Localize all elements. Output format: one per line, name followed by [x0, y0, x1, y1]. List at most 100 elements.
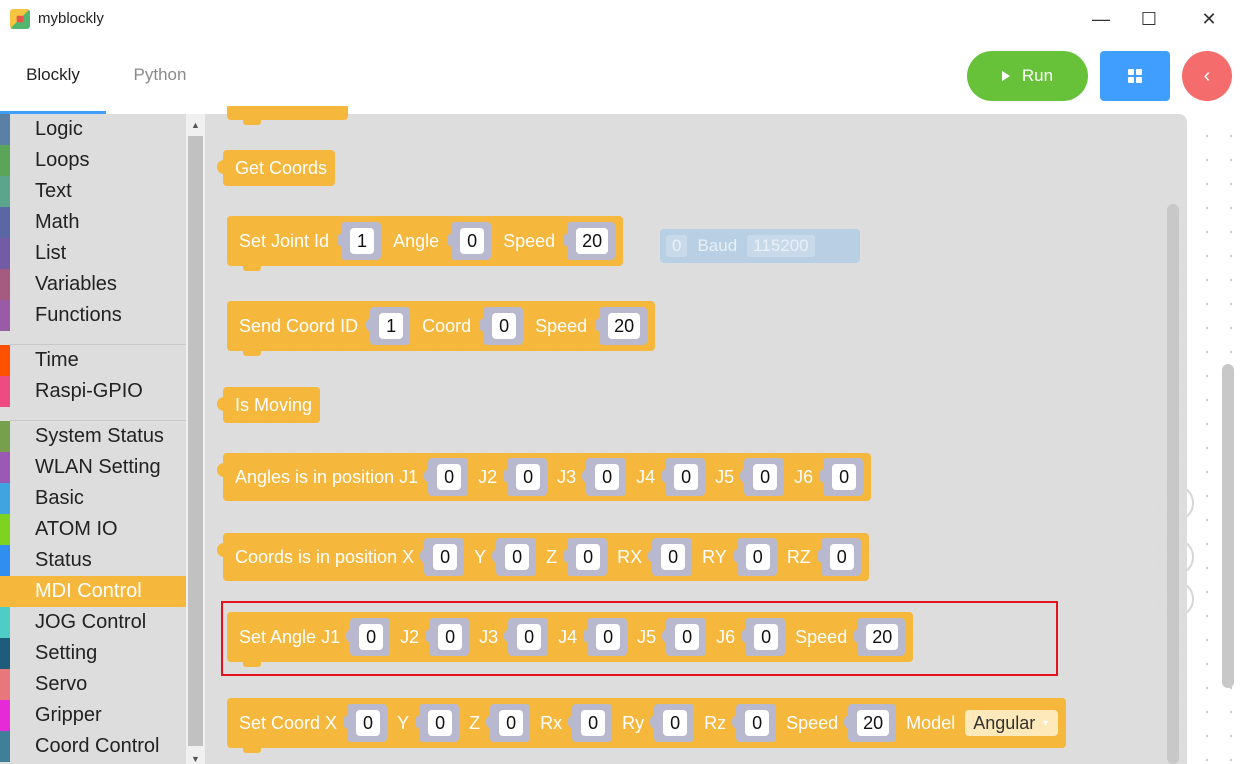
workspace-scrollbar[interactable]	[1222, 364, 1234, 688]
toolbox-item-math[interactable]: Math	[0, 207, 186, 238]
rz-label: Rz	[704, 712, 727, 733]
category-color-swatch	[0, 483, 10, 514]
toolbox-item-raspi-gpio[interactable]: Raspi-GPIO	[0, 376, 186, 407]
toolbox-item-system-status[interactable]: System Status	[0, 421, 186, 452]
toolbox-item-variables[interactable]: Variables	[0, 269, 186, 300]
toolbox-item-functions[interactable]: Functions	[0, 300, 186, 331]
j1-input[interactable]: 0	[437, 464, 462, 490]
j3-input[interactable]: 0	[595, 464, 620, 490]
toolbox-item-status[interactable]: Status	[0, 545, 186, 576]
z-input[interactable]: 0	[576, 544, 601, 570]
maximize-button[interactable]: ☐	[1126, 0, 1172, 38]
j2-input[interactable]: 0	[516, 464, 541, 490]
toolbox-item-mdi-control[interactable]: MDI Control	[0, 576, 186, 607]
toolbox-item-jog-control[interactable]: JOG Control	[0, 607, 186, 638]
speed-input[interactable]: 20	[857, 710, 890, 736]
j4-input[interactable]: 0	[674, 464, 699, 490]
category-color-swatch	[0, 238, 10, 269]
speed-input[interactable]: 20	[576, 228, 609, 254]
y-input[interactable]: 0	[428, 710, 453, 736]
rx-label: Rx	[540, 712, 563, 733]
toolbox-item-label: Loops	[35, 149, 90, 171]
toolbox-item-loops[interactable]: Loops	[0, 145, 186, 176]
j5-input[interactable]: 0	[753, 464, 778, 490]
toolbox-item-label: Variables	[35, 273, 117, 295]
block-label: Send Coord ID	[239, 315, 359, 336]
toolbox-item-text[interactable]: Text	[0, 176, 186, 207]
minimize-button[interactable]: —	[1078, 0, 1124, 38]
toolbox-item-time[interactable]: Time	[0, 345, 186, 376]
x-input[interactable]: 0	[356, 710, 381, 736]
rx-input[interactable]: 0	[581, 710, 606, 736]
run-button[interactable]: Run	[967, 51, 1088, 101]
tab-blockly[interactable]: Blockly	[0, 38, 106, 114]
toolbox-item-coord-control[interactable]: Coord Control	[0, 731, 186, 762]
model-value: Angular	[973, 712, 1036, 733]
toolbox-item-basic[interactable]: Basic	[0, 483, 186, 514]
play-icon	[1001, 71, 1010, 81]
ry-input[interactable]: 0	[745, 544, 770, 570]
toolbox-item-label: Time	[35, 349, 79, 371]
toolbox-item-list[interactable]: List	[0, 238, 186, 269]
category-color-swatch	[0, 731, 10, 762]
angle-input[interactable]: 0	[460, 228, 485, 254]
partial-block-top[interactable]	[227, 106, 348, 125]
category-color-swatch	[0, 345, 10, 376]
block-set-coord[interactable]: Set Coord X 0 Y 0 Z 0 Rx 0 Ry 0 Rz 0 Spe…	[227, 698, 1067, 753]
j2-label: J2	[478, 466, 498, 487]
block-angles-in-position[interactable]: Angles is in position J1 0 J2 0 J3 0 J4 …	[216, 453, 872, 501]
toolbox-scroll-thumb[interactable]	[188, 136, 203, 746]
block-label: Coords is in position X	[235, 546, 415, 567]
toolbox-item-gripper[interactable]: Gripper	[0, 700, 186, 731]
toolbox-item-atom-io[interactable]: ATOM IO	[0, 514, 186, 545]
toolbox-item-servo[interactable]: Servo	[0, 669, 186, 700]
block-is-moving[interactable]: Is Moving	[216, 387, 321, 423]
coord-id-input[interactable]: 1	[379, 313, 404, 339]
block-label: Set Joint Id	[239, 230, 330, 251]
toolbox: Logic Loops Text Math List Variables Functions…	[0, 114, 186, 764]
block-get-coords[interactable]: Get Coords	[216, 150, 336, 186]
category-color-swatch	[0, 452, 10, 483]
toolbox-item-label: Coord Control	[35, 735, 160, 757]
category-color-swatch	[0, 300, 10, 331]
toolbox-item-logic[interactable]: Logic	[0, 114, 186, 145]
close-button[interactable]: ✕	[1186, 0, 1232, 38]
toolbox-item-label: Logic	[35, 118, 83, 140]
layout-button[interactable]	[1100, 51, 1170, 101]
toolbox-item-setting[interactable]: Setting	[0, 638, 186, 669]
rz-input[interactable]: 0	[745, 710, 770, 736]
toolbox-item-label: Status	[35, 549, 92, 571]
coord-input[interactable]: 0	[492, 313, 517, 339]
scroll-down-icon[interactable]: ▼	[191, 754, 200, 764]
back-button[interactable]: ‹	[1182, 51, 1232, 101]
model-label: Model	[906, 712, 956, 733]
toolbox-item-wlan-setting[interactable]: WLAN Setting	[0, 452, 186, 483]
category-color-swatch	[0, 700, 10, 731]
y-input[interactable]: 0	[505, 544, 530, 570]
x-input[interactable]: 0	[433, 544, 458, 570]
scroll-up-icon[interactable]: ▲	[191, 120, 200, 130]
toolbox-item-label: Setting	[35, 642, 98, 664]
toolbox-scrollbar[interactable]: ▲ ▼	[186, 114, 205, 764]
z-input[interactable]: 0	[499, 710, 524, 736]
header: Blockly Python Run ‹	[0, 38, 1242, 114]
block-send-coord-id[interactable]: Send Coord ID 1 Coord 0 Speed 20	[227, 301, 656, 356]
j6-input[interactable]: 0	[832, 464, 857, 490]
bg-field-value: 0	[666, 235, 688, 257]
category-color-swatch	[0, 607, 10, 638]
bg-baud-value: 115200	[747, 235, 815, 257]
model-dropdown[interactable]: Angular ▼	[965, 710, 1059, 736]
ry-input[interactable]: 0	[663, 710, 688, 736]
j5-label: J5	[715, 466, 735, 487]
rx-input[interactable]: 0	[661, 544, 686, 570]
rz-input[interactable]: 0	[829, 544, 854, 570]
grid-icon	[1128, 69, 1142, 83]
joint-id-input[interactable]: 1	[350, 228, 375, 254]
block-coords-in-position[interactable]: Coords is in position X 0 Y 0 Z 0 RX 0 R…	[217, 533, 869, 581]
block-set-joint-id[interactable]: Set Joint Id 1 Angle 0 Speed 20	[227, 216, 624, 271]
tab-python[interactable]: Python	[110, 38, 210, 114]
separator-line	[10, 407, 186, 421]
flyout-scrollbar[interactable]	[1167, 204, 1179, 764]
speed-input[interactable]: 20	[608, 313, 641, 339]
ry-label: Ry	[622, 712, 645, 733]
